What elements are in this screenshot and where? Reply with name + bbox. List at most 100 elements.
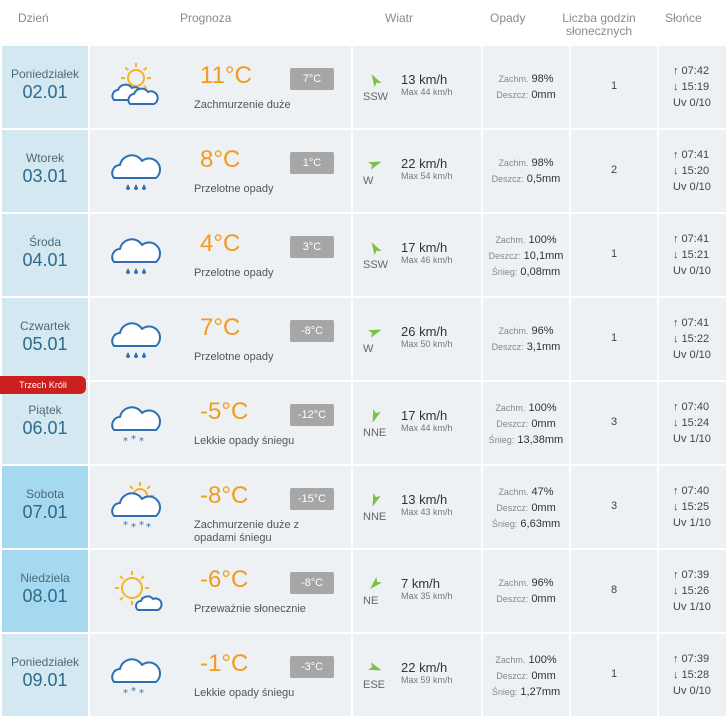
- svg-text:*: *: [139, 520, 144, 531]
- wind-speed: 13 km/h: [401, 492, 448, 507]
- wind-cell: NNE 17 km/h Max 44 km/h: [353, 382, 481, 464]
- svg-text:*: *: [146, 522, 151, 532]
- precip-value: 0,5mm: [526, 173, 561, 185]
- sunhours-cell: 2: [571, 130, 657, 212]
- precip-label: Deszcz:: [491, 174, 524, 184]
- precip-label: Deszcz:: [496, 594, 529, 604]
- day-cell[interactable]: Czwartek 05.01: [2, 298, 88, 380]
- wind-arrow-icon: [367, 156, 383, 172]
- svg-text:*: *: [123, 688, 128, 699]
- precip-line: Zachm. 100%: [483, 234, 569, 246]
- precip-cell: Zachm. 98% Deszcz: 0mm: [483, 46, 569, 128]
- precip-line: Deszcz: 3,1mm: [483, 341, 569, 353]
- precip-line: Śnieg: 13,38mm: [483, 434, 569, 446]
- forecast-description: Przelotne opady: [194, 351, 274, 363]
- precip-value: 0mm: [531, 593, 556, 605]
- wind-max: Max 44 km/h: [401, 87, 453, 97]
- sunhours-cell: 1: [571, 634, 657, 716]
- forecast-description: Zachmurzenie duże z opadami śniegu: [194, 519, 300, 544]
- day-name: Czwartek: [19, 319, 70, 333]
- precip-line: Deszcz: 0,5mm: [483, 173, 569, 185]
- precip-label: Śnieg:: [488, 435, 515, 445]
- night-temperature-badge: -12°C: [290, 404, 334, 426]
- day-date: 05.01: [22, 334, 68, 354]
- day-date: 07.01: [22, 502, 68, 522]
- snow-cloud-icon: * * *: [108, 398, 164, 448]
- day-name: Poniedziałek: [10, 655, 80, 669]
- wind-max: Max 44 km/h: [401, 423, 453, 433]
- mostly-sunny-icon: [108, 566, 164, 616]
- sun-hours: 8: [610, 584, 618, 596]
- night-temperature-badge: 1°C: [290, 152, 334, 174]
- precip-value: 0mm: [531, 670, 556, 682]
- wind-speed: 22 km/h: [401, 660, 448, 675]
- precip-line: Deszcz: 0mm: [483, 89, 569, 101]
- uv-index: Uv 0/10: [673, 349, 711, 361]
- uv-index: Uv 1/10: [673, 433, 711, 445]
- forecast-description: Przelotne opady: [194, 267, 274, 279]
- day-cell[interactable]: Niedziela 08.01: [2, 550, 88, 632]
- forecast-row[interactable]: Środa 04.01 4°C 3°C Przelotne opady SSW …: [0, 214, 728, 296]
- svg-text:*: *: [123, 436, 128, 447]
- sunhours-cell: 1: [571, 214, 657, 296]
- day-cell[interactable]: Sobota 07.01: [2, 466, 88, 548]
- header-sun: Słońce: [665, 11, 702, 25]
- day-name: Niedziela: [20, 571, 70, 585]
- forecast-row[interactable]: Piątek 06.01 * * * -5°C -12°C Lekkie opady…: [0, 382, 728, 464]
- forecast-row[interactable]: Poniedziałek 09.01 * * * -1°C -3°C Lekkie …: [0, 634, 728, 716]
- precip-value: 1,27mm: [520, 686, 561, 698]
- sunrise-time: ↑ 07:39: [673, 653, 710, 665]
- sunhours-cell: 8: [571, 550, 657, 632]
- night-temperature-badge: -8°C: [290, 320, 334, 342]
- forecast-description: Przeważnie słonecznie: [194, 603, 306, 615]
- forecast-row[interactable]: Sobota 07.01 * * * * -8°C -15°C Zachmurzeni…: [0, 466, 728, 548]
- precip-value: 100%: [528, 654, 557, 666]
- wind-arrow-icon: [367, 660, 383, 676]
- sun-hours: 1: [610, 80, 618, 92]
- wind-direction: SSW: [363, 91, 389, 103]
- precip-label: Deszcz:: [496, 671, 529, 681]
- forecast-row[interactable]: Czwartek 05.01 7°C -8°C Przelotne opady …: [0, 298, 728, 380]
- precip-line: Śnieg: 1,27mm: [483, 686, 569, 698]
- day-cell[interactable]: Piątek 06.01: [2, 382, 88, 464]
- wind-cell: W 26 km/h Max 50 km/h: [353, 298, 481, 380]
- day-name: Sobota: [25, 487, 65, 501]
- night-temperature-badge: 3°C: [290, 236, 334, 258]
- day-cell[interactable]: Poniedziałek 09.01: [2, 634, 88, 716]
- precip-label: Deszcz:: [488, 251, 521, 261]
- sun-cell: ↑ 07:39 ↓ 15:28 Uv 0/10: [659, 634, 726, 716]
- precip-value: 10,1mm: [523, 250, 564, 262]
- sun-cell: ↑ 07:41 ↓ 15:22 Uv 0/10: [659, 298, 726, 380]
- precip-line: Deszcz: 0mm: [483, 670, 569, 682]
- day-cell[interactable]: Środa 04.01: [2, 214, 88, 296]
- forecast-cell: 11°C 7°C Zachmurzenie duże: [90, 46, 351, 128]
- day-temperature: 4°C: [200, 230, 241, 257]
- sunhours-cell: 1: [571, 46, 657, 128]
- precip-cell: Zachm. 98% Deszcz: 0,5mm: [483, 130, 569, 212]
- day-cell[interactable]: Wtorek 03.01: [2, 130, 88, 212]
- precip-line: Deszcz: 10,1mm: [483, 250, 569, 262]
- day-date: 02.01: [22, 82, 68, 102]
- precip-cell: Zachm. 96% Deszcz: 3,1mm: [483, 298, 569, 380]
- precip-value: 100%: [528, 234, 557, 246]
- precip-label: Zachm.: [495, 403, 526, 413]
- forecast-row[interactable]: Poniedziałek 02.01 11°C 7°C Zachmurzenie…: [0, 46, 728, 128]
- day-cell[interactable]: Poniedziałek 02.01: [2, 46, 88, 128]
- forecast-table: Dzień Prognoza Wiatr Opady Liczba godzin…: [0, 0, 728, 716]
- wind-speed: 26 km/h: [401, 324, 448, 339]
- sunset-time: ↓ 15:26: [673, 585, 710, 597]
- forecast-row[interactable]: Niedziela 08.01 -6°C -8°C Przeważnie sło…: [0, 550, 728, 632]
- uv-index: Uv 1/10: [673, 601, 711, 613]
- night-temperature-badge: -15°C: [290, 488, 334, 510]
- sunrise-time: ↑ 07:40: [673, 401, 710, 413]
- sunset-time: ↓ 15:25: [673, 501, 710, 513]
- precip-value: 3,1mm: [526, 341, 561, 353]
- sun-hours: 3: [610, 500, 618, 512]
- forecast-row[interactable]: Wtorek 03.01 8°C 1°C Przelotne opady W 2…: [0, 130, 728, 212]
- night-temperature-badge: -8°C: [290, 572, 334, 594]
- wind-direction: W: [363, 175, 374, 187]
- day-date: 03.01: [22, 166, 68, 186]
- precip-label: Deszcz:: [496, 90, 529, 100]
- sun-cell: ↑ 07:39 ↓ 15:26 Uv 1/10: [659, 550, 726, 632]
- holiday-badge: Trzech Króli: [0, 376, 86, 394]
